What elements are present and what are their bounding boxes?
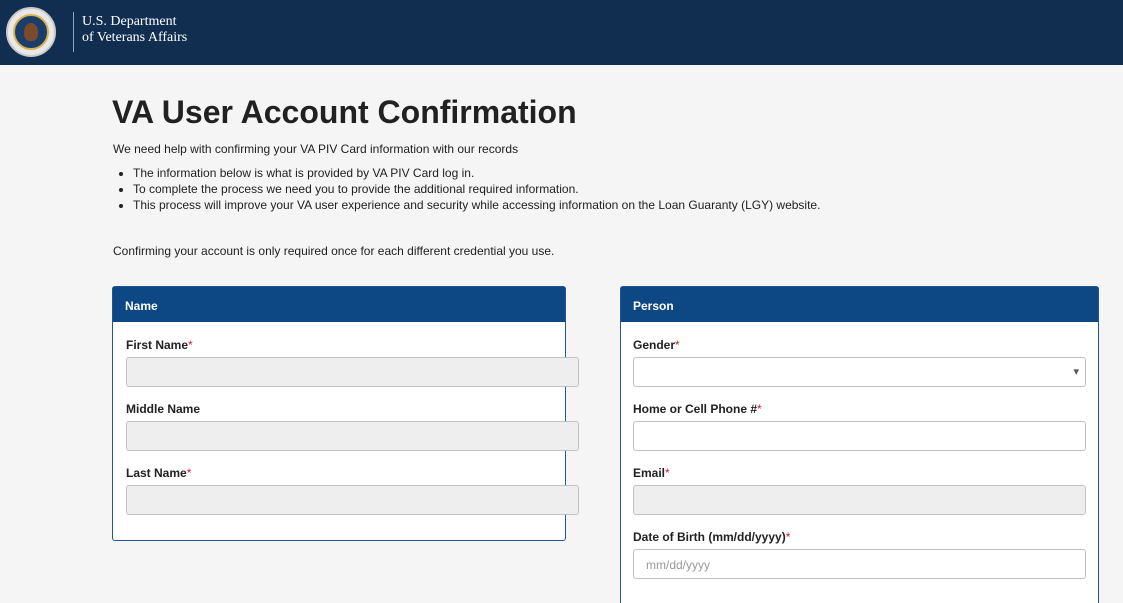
intro-text: We need help with confirming your VA PIV… [113, 142, 519, 156]
list-item: To complete the process we need you to p… [133, 182, 820, 197]
last-name-field[interactable] [126, 485, 579, 515]
eagle-icon [24, 23, 38, 41]
middle-name-field[interactable] [126, 421, 579, 451]
gender-label: Gender* [633, 338, 680, 352]
site-header: U.S. Department of Veterans Affairs [0, 0, 1123, 65]
required-mark: * [188, 338, 193, 352]
brand-divider [73, 12, 74, 52]
person-panel-heading: Person [621, 287, 1098, 322]
list-item: The information below is what is provide… [133, 166, 820, 181]
email-field[interactable] [633, 485, 1086, 515]
first-name-field[interactable] [126, 357, 579, 387]
info-list: The information below is what is provide… [133, 166, 820, 214]
first-name-label: First Name* [126, 338, 193, 352]
last-name-label: Last Name* [126, 466, 192, 480]
agency-name[interactable]: U.S. Department of Veterans Affairs [82, 14, 187, 46]
middle-name-label: Middle Name [126, 402, 201, 416]
required-mark: * [675, 338, 680, 352]
agency-line1: U.S. Department [82, 14, 177, 29]
agency-line2: of Veterans Affairs [82, 30, 188, 45]
phone-label: Home or Cell Phone #* [633, 402, 762, 416]
dob-label: Date of Birth (mm/dd/yyyy)* [633, 530, 791, 544]
page-title: VA User Account Confirmation [112, 94, 577, 130]
name-panel: Name First Name* Middle Name Last Name* [112, 286, 579, 541]
dob-placeholder: mm/dd/yyyy [646, 558, 711, 572]
credential-note: Confirming your account is only required… [113, 244, 555, 258]
gender-select[interactable] [633, 357, 1086, 387]
required-mark: * [757, 402, 762, 416]
va-seal-logo[interactable] [6, 7, 56, 57]
list-item: This process will improve your VA user e… [133, 198, 820, 213]
seal-emblem [13, 14, 49, 50]
name-panel-heading: Name [113, 287, 565, 322]
person-panel: Person Gender* Home or Cell Phone #* Ema… [620, 286, 1099, 603]
required-mark: * [785, 530, 791, 544]
required-mark: * [186, 466, 192, 480]
phone-input[interactable] [633, 421, 1086, 451]
dob-input[interactable]: mm/dd/yyyy [633, 549, 1086, 579]
required-mark: * [665, 466, 670, 480]
email-label: Email* [633, 466, 670, 480]
